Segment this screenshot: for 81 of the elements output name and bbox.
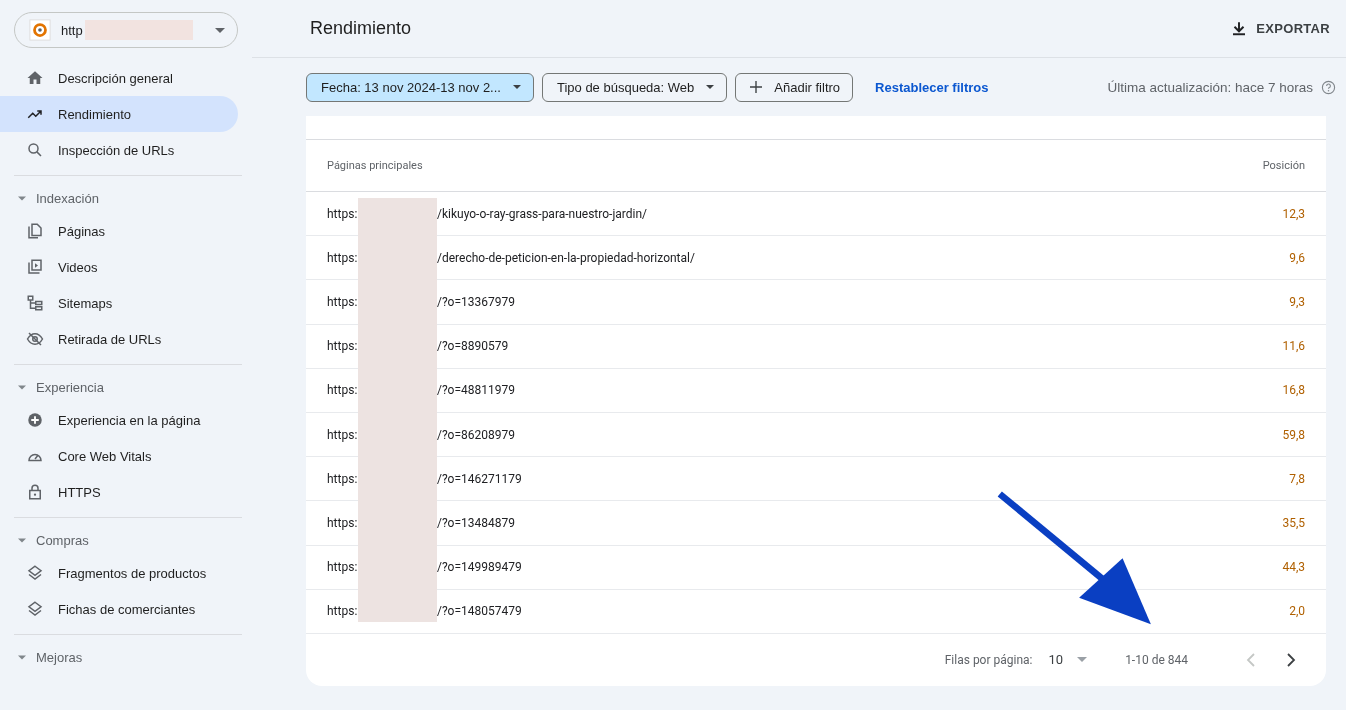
position-value: 7,8 <box>1289 471 1305 486</box>
lock-icon <box>26 483 44 501</box>
position-value: 9,3 <box>1289 294 1305 309</box>
plus-icon <box>750 81 763 93</box>
caret-icon <box>18 384 26 390</box>
url-prefix-text: https: <box>327 604 359 619</box>
pages-icon <box>26 222 44 240</box>
target-logo-icon <box>29 19 51 41</box>
sidebar-item[interactable]: Descripción general <box>0 60 238 96</box>
position-value: 11,6 <box>1282 339 1305 354</box>
url-path-text: /?o=8890579 <box>437 339 509 354</box>
sidebar-item[interactable]: Sitemaps <box>0 285 238 321</box>
caret-icon <box>18 654 26 660</box>
crossed-eye-icon <box>26 330 44 348</box>
url-path-text: /?o=13484879 <box>437 515 515 530</box>
url-prefix-text: https: <box>327 294 359 309</box>
chevron-left-icon <box>1246 652 1256 667</box>
chevron-right-icon <box>1286 652 1296 667</box>
caret-icon <box>18 537 26 543</box>
caret-icon <box>215 27 225 33</box>
filter-dropdown[interactable]: Fecha: 13 nov 2024-13 nov 2... <box>306 72 534 102</box>
position-value: 59,8 <box>1282 427 1305 442</box>
sidebar-item[interactable]: Inspección de URLs <box>0 132 238 168</box>
sidebar-item[interactable]: Rendimiento <box>0 96 238 132</box>
sidebar-item[interactable]: Experiencia en la página <box>0 402 238 438</box>
url-prefix-text: https: <box>327 560 359 575</box>
caret-icon <box>18 195 26 201</box>
section-header[interactable]: Compras <box>0 525 89 555</box>
sidebar-item[interactable]: HTTPS <box>0 474 238 510</box>
column-header: Páginas principales <box>327 159 423 172</box>
sidebar-item[interactable]: Core Web Vitals <box>0 438 238 474</box>
url-prefix-text: https: <box>327 250 359 265</box>
url-prefix-text: https: <box>327 339 359 354</box>
sidebar-item[interactable]: Páginas <box>0 213 238 249</box>
url-path-text: /?o=146271179 <box>437 471 522 486</box>
url-path-text: /?o=148057479 <box>437 604 522 619</box>
position-value: 2,0 <box>1289 604 1305 619</box>
sidebar-item[interactable]: Fichas de comerciantes <box>0 591 238 627</box>
section-header[interactable]: Indexación <box>0 183 99 213</box>
position-value: 12,3 <box>1282 206 1305 221</box>
layers-icon <box>26 564 44 582</box>
export-button[interactable]: EXPORTAR <box>1224 18 1336 39</box>
section-header[interactable]: Mejoras <box>0 642 83 672</box>
url-prefix-text: https: <box>327 206 359 221</box>
position-value: 35,5 <box>1282 515 1305 530</box>
position-value: 16,8 <box>1282 383 1305 398</box>
rows-per-page-label: Filas por página: <box>944 652 1033 667</box>
url-path-text: /kikuyo-o-ray-grass-para-nuestro-jardin/ <box>437 206 648 221</box>
url-prefix-text: https: <box>327 383 359 398</box>
last-update-text: Última actualización: hace 7 horas <box>1107 79 1313 95</box>
url-prefix-text: https: <box>327 427 359 442</box>
page-range-text: 1-10 de 844 <box>1125 652 1188 667</box>
section-header[interactable]: Experiencia <box>0 372 104 402</box>
sidebar-item[interactable]: Fragmentos de productos <box>0 555 238 591</box>
search-icon <box>26 141 44 159</box>
url-prefix-text: https: <box>327 471 359 486</box>
position-value: 44,3 <box>1282 560 1305 575</box>
sidebar-item[interactable]: Retirada de URLs <box>0 321 238 357</box>
layers-icon <box>26 600 44 618</box>
url-prefix-text: https: <box>327 515 359 530</box>
plus-circle-icon <box>26 411 44 429</box>
help-icon[interactable] <box>1321 79 1336 95</box>
caret-icon <box>1077 657 1088 663</box>
filter-dropdown[interactable]: Tipo de búsqueda: Web <box>541 72 728 102</box>
caret-icon <box>512 85 521 89</box>
column-header[interactable]: Posición <box>1262 159 1305 172</box>
sidebar-item[interactable]: Videos <box>0 249 238 285</box>
url-path-text: /derecho-de-peticion-en-la-propiedad-horizontal/ <box>437 250 695 265</box>
url-path-text: /?o=48811979 <box>437 383 515 398</box>
sitemap-icon <box>26 294 44 312</box>
url-path-text: /?o=86208979 <box>437 427 515 442</box>
url-path-text: /?o=149989479 <box>437 560 522 575</box>
caret-icon <box>706 85 715 89</box>
url-path-text: /?o=13367979 <box>437 294 515 309</box>
page-title: Rendimiento <box>310 18 412 39</box>
position-value: 9,6 <box>1289 250 1305 265</box>
reset-filters-link[interactable]: Restablecer filtros <box>869 78 995 96</box>
rows-per-page-select[interactable]: 10 <box>1048 652 1088 668</box>
video-icon <box>26 258 44 276</box>
add-filter-button[interactable]: Añadir filtro <box>735 72 854 102</box>
home-icon <box>26 69 44 87</box>
